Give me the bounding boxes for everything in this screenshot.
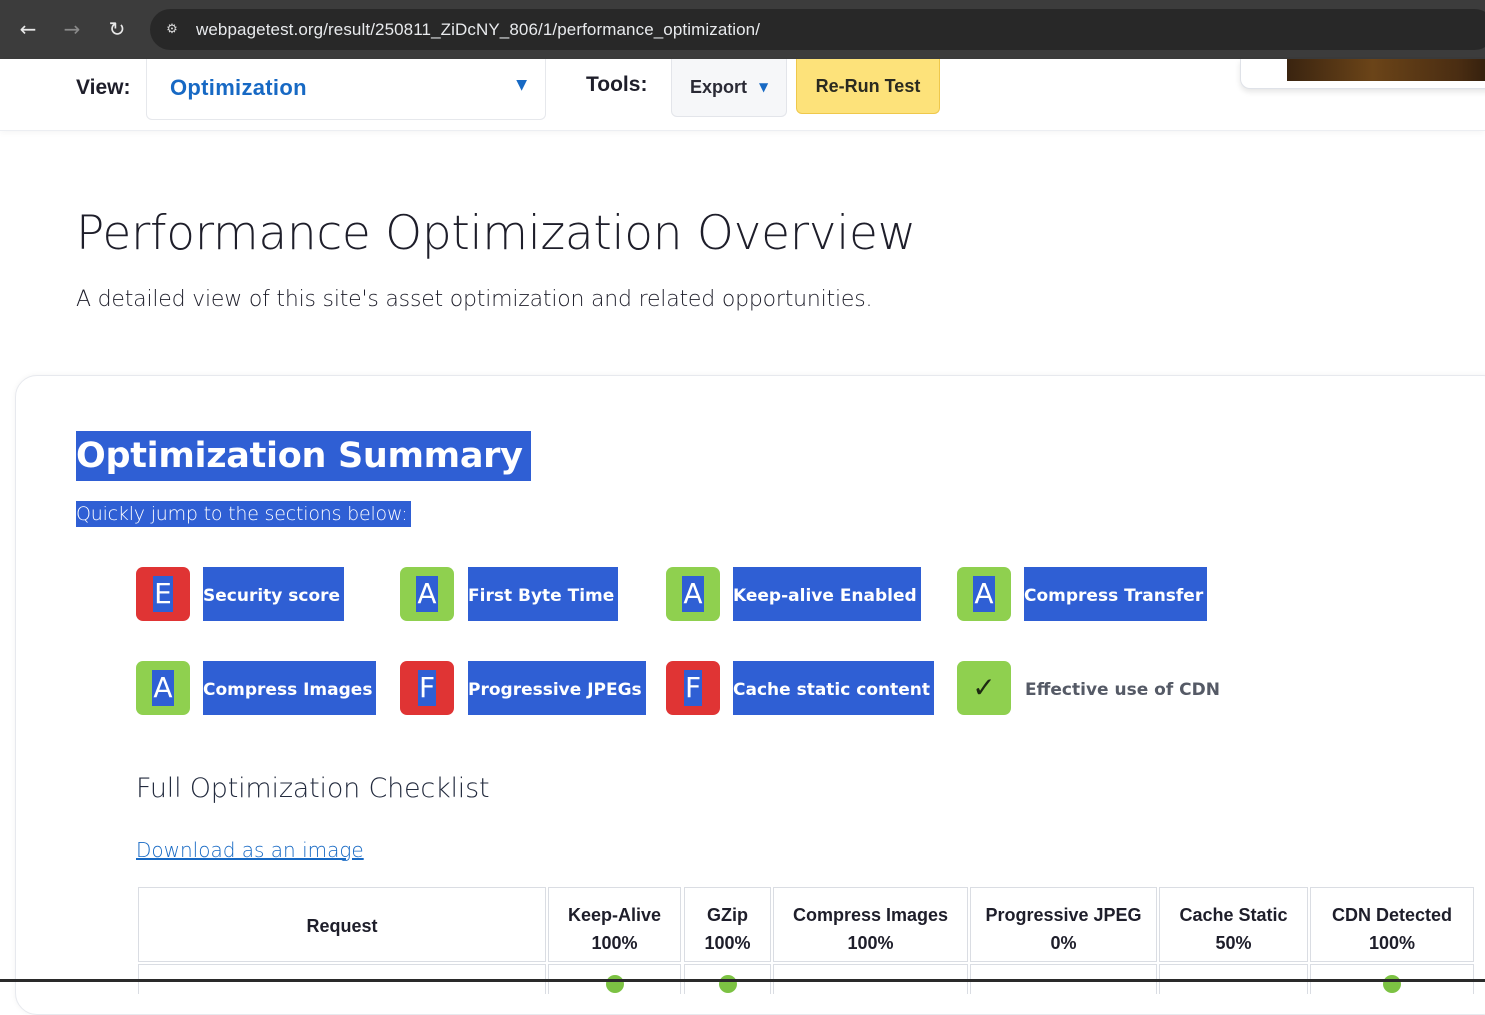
table-header-cdn-detected[interactable]: CDN Detected 100% bbox=[1310, 887, 1474, 962]
column-name: CDN Detected bbox=[1331, 905, 1453, 925]
checklist-title: Full Optimization Checklist bbox=[136, 773, 490, 804]
column-value: 100% bbox=[847, 933, 894, 953]
column-name: Compress Images bbox=[792, 905, 949, 925]
grade-letter: E bbox=[153, 576, 173, 612]
grade-badge-cache-static[interactable]: F bbox=[666, 661, 720, 715]
grade-badge-first-byte[interactable]: A bbox=[400, 567, 454, 621]
table-header-cache-static[interactable]: Cache Static 50% bbox=[1159, 887, 1308, 962]
grade-badge-keep-alive[interactable]: A bbox=[666, 567, 720, 621]
table-header-request[interactable]: Request bbox=[138, 887, 546, 962]
screenshot-thumbnail[interactable] bbox=[1240, 59, 1485, 89]
column-name: GZip bbox=[707, 905, 748, 925]
column-name: Progressive JPEG bbox=[985, 905, 1142, 925]
link-compress-transfer[interactable]: Compress Transfer bbox=[1024, 567, 1208, 621]
grade-letter: F bbox=[683, 670, 703, 706]
download-image-link[interactable]: Download as an image bbox=[136, 838, 364, 862]
link-cache-static-content[interactable]: Cache static content bbox=[733, 661, 934, 715]
summary-subtitle: Quickly jump to the sections below: bbox=[76, 501, 412, 527]
column-value: 100% bbox=[591, 933, 638, 953]
forward-arrow-icon[interactable]: → bbox=[57, 14, 87, 44]
page-screenshot-image bbox=[1287, 59, 1485, 81]
grade-badge-progressive-jpegs[interactable]: F bbox=[400, 661, 454, 715]
link-first-byte-time[interactable]: First Byte Time bbox=[468, 567, 619, 621]
url-text[interactable]: webpagetest.org/result/250811_ZiDcNY_806… bbox=[196, 20, 760, 40]
table-header-gzip[interactable]: GZip 100% bbox=[684, 887, 771, 962]
pass-dot-icon bbox=[719, 975, 737, 993]
grade-badge-security[interactable]: E bbox=[136, 567, 190, 621]
link-compress-images[interactable]: Compress Images bbox=[203, 661, 377, 715]
link-security-score[interactable]: Security score bbox=[203, 567, 345, 621]
tools-label: Tools: bbox=[586, 73, 648, 96]
page-subtitle: A detailed view of this site's asset opt… bbox=[76, 287, 873, 312]
column-name: Cache Static bbox=[1179, 905, 1288, 925]
view-label: View: bbox=[76, 76, 131, 99]
rerun-test-button[interactable]: Re-Run Test bbox=[796, 59, 940, 114]
column-name: Request bbox=[306, 916, 378, 936]
grade-letter: A bbox=[152, 670, 174, 706]
table-header-keep-alive[interactable]: Keep-Alive 100% bbox=[548, 887, 681, 962]
column-value: 0% bbox=[1050, 933, 1077, 953]
pass-dot-icon bbox=[606, 975, 624, 993]
table-header-compress-images[interactable]: Compress Images 100% bbox=[773, 887, 968, 962]
checkmark-icon: ✓ bbox=[972, 671, 996, 704]
pass-dot-icon bbox=[1383, 975, 1401, 993]
link-effective-cdn[interactable]: Effective use of CDN bbox=[1025, 661, 1220, 715]
column-value: 50% bbox=[1215, 933, 1252, 953]
grade-badge-compress-transfer[interactable]: A bbox=[957, 567, 1011, 621]
grade-badge-compress-images[interactable]: A bbox=[136, 661, 190, 715]
browser-chrome: ← → ↻ ⚙ webpagetest.org/result/250811_Zi… bbox=[0, 0, 1485, 59]
view-select-value: Optimization bbox=[170, 75, 307, 100]
chevron-down-icon: ▼ bbox=[759, 80, 769, 94]
view-select[interactable]: Optimization ▼ bbox=[146, 59, 546, 120]
back-arrow-icon[interactable]: ← bbox=[13, 14, 43, 44]
grade-badge-cdn[interactable]: ✓ bbox=[957, 661, 1011, 715]
export-button[interactable]: Export ▼ bbox=[671, 59, 787, 117]
export-label: Export bbox=[690, 77, 748, 97]
address-bar[interactable]: ⚙ webpagetest.org/result/250811_ZiDcNY_8… bbox=[150, 9, 1485, 50]
summary-title: Optimization Summary bbox=[76, 431, 531, 481]
column-value: 100% bbox=[704, 933, 751, 953]
grade-letter: A bbox=[682, 576, 704, 612]
link-progressive-jpegs[interactable]: Progressive JPEGs bbox=[468, 661, 646, 715]
grade-letter: A bbox=[416, 576, 438, 612]
reload-icon[interactable]: ↻ bbox=[102, 14, 132, 44]
column-name: Keep-Alive bbox=[567, 905, 662, 925]
site-info-icon[interactable]: ⚙ bbox=[162, 20, 182, 40]
table-header-progressive-jpeg[interactable]: Progressive JPEG 0% bbox=[970, 887, 1157, 962]
grade-letter: A bbox=[973, 576, 995, 612]
page-title: Performance Optimization Overview bbox=[76, 206, 916, 261]
link-keep-alive[interactable]: Keep-alive Enabled bbox=[733, 567, 921, 621]
grade-letter: F bbox=[417, 670, 437, 706]
column-value: 100% bbox=[1368, 933, 1416, 953]
chevron-down-icon: ▼ bbox=[516, 77, 527, 93]
